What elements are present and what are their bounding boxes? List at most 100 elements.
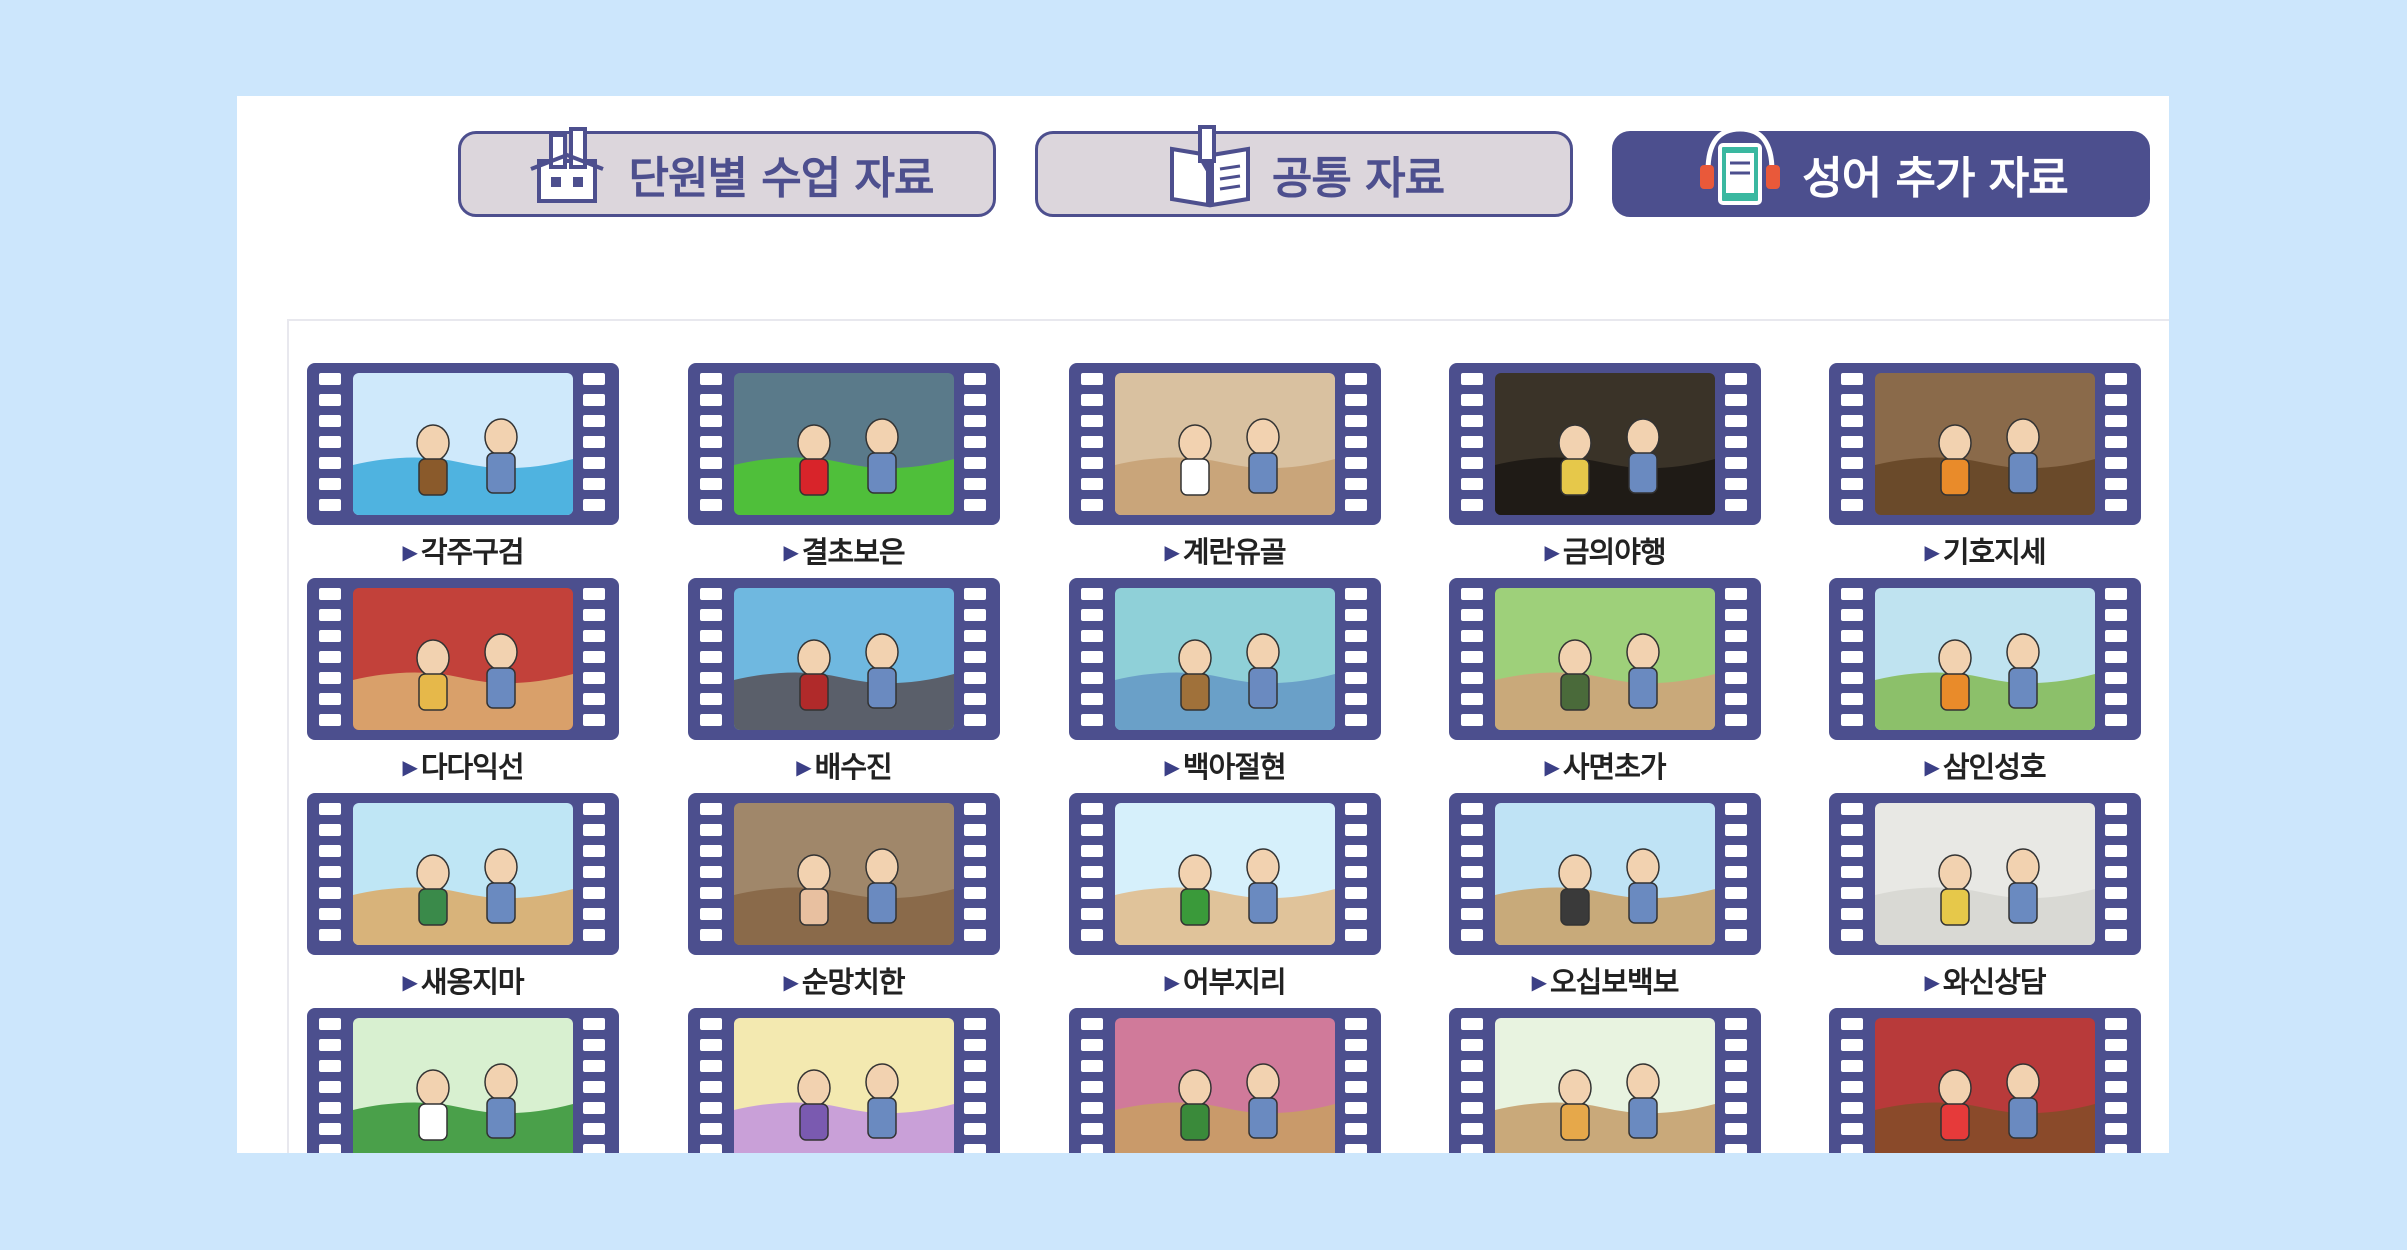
film-perforations (1081, 1018, 1105, 1153)
idiom-card[interactable]: ▶ 각주구검 (307, 363, 619, 579)
idiom-thumbnail (1495, 1018, 1715, 1153)
play-arrow-icon: ▶ (402, 540, 417, 564)
film-strip (1829, 1008, 2141, 1153)
film-perforations (583, 588, 607, 730)
tab-idiom-extra-materials[interactable]: 성어 추가 자료 (1612, 126, 2150, 217)
film-strip (307, 363, 619, 525)
idiom-label: 다다익선 (420, 750, 525, 784)
film-perforations (700, 803, 724, 945)
book-pen-icon (1169, 125, 1250, 208)
idiom-card[interactable]: ▶ 삼인성호 (1829, 578, 2141, 794)
idiom-card[interactable] (1069, 1008, 1381, 1153)
idiom-label: 배수진 (814, 750, 893, 784)
film-strip (1449, 1008, 1761, 1153)
film-perforations (1345, 373, 1369, 515)
idiom-caption[interactable]: ▶ 배수진 (688, 744, 1000, 786)
idiom-card[interactable]: ▶ 금의야행 (1449, 363, 1761, 579)
idiom-card[interactable]: ▶ 다다익선 (307, 578, 619, 794)
idiom-caption[interactable]: ▶ 각주구검 (307, 529, 619, 571)
idiom-card[interactable]: ▶ 기호지세 (1829, 363, 2141, 579)
idiom-caption[interactable]: ▶ 금의야행 (1449, 529, 1761, 571)
idiom-label: 사면초가 (1562, 750, 1667, 784)
film-perforations (1461, 803, 1485, 945)
idiom-card[interactable]: ▶ 백아절현 (1069, 578, 1381, 794)
idiom-card[interactable] (1449, 1008, 1761, 1153)
idiom-card[interactable]: ▶ 계란유골 (1069, 363, 1381, 579)
idiom-card[interactable]: ▶ 새옹지마 (307, 793, 619, 1009)
tab-label: 공통 자료 (1271, 153, 1445, 204)
idiom-card[interactable] (1829, 1008, 2141, 1153)
film-strip (1069, 578, 1381, 740)
film-perforations (1841, 588, 1865, 730)
idiom-card[interactable] (688, 1008, 1000, 1153)
film-perforations (1725, 588, 1749, 730)
idiom-caption[interactable]: ▶ 새옹지마 (307, 959, 619, 1001)
idiom-thumbnail (1115, 803, 1335, 945)
film-perforations (700, 1018, 724, 1153)
film-strip (1829, 578, 2141, 740)
idiom-card[interactable]: ▶ 오십보백보 (1449, 793, 1761, 1009)
film-perforations (1841, 1018, 1865, 1153)
play-arrow-icon: ▶ (783, 540, 798, 564)
tab-unit-materials[interactable]: 단원별 수업 자료 (458, 127, 996, 217)
idiom-caption[interactable]: ▶ 백아절현 (1069, 744, 1381, 786)
film-strip (1449, 793, 1761, 955)
film-strip (1449, 363, 1761, 525)
tab-common-materials[interactable]: 공통 자료 (1035, 125, 1573, 217)
idiom-card[interactable]: ▶ 와신상담 (1829, 793, 2141, 1009)
idiom-card[interactable]: ▶ 사면초가 (1449, 578, 1761, 794)
film-perforations (1345, 803, 1369, 945)
film-strip (307, 578, 619, 740)
tab-label: 성어 추가 자료 (1802, 153, 2069, 204)
idiom-thumbnail (1875, 588, 2095, 730)
play-arrow-icon: ▶ (1924, 755, 1939, 779)
idiom-caption[interactable]: ▶ 계란유골 (1069, 529, 1381, 571)
film-perforations (1725, 373, 1749, 515)
idiom-thumbnail (1495, 803, 1715, 945)
film-perforations (583, 373, 607, 515)
film-perforations (1081, 373, 1105, 515)
idiom-caption[interactable]: ▶ 와신상담 (1829, 959, 2141, 1001)
play-arrow-icon: ▶ (1164, 540, 1179, 564)
play-arrow-icon: ▶ (1531, 970, 1547, 994)
film-perforations (700, 588, 724, 730)
film-perforations (319, 1018, 343, 1153)
play-arrow-icon: ▶ (1924, 540, 1939, 564)
idiom-caption[interactable]: ▶ 어부지리 (1069, 959, 1381, 1001)
idiom-card[interactable]: ▶ 배수진 (688, 578, 1000, 794)
film-perforations (2105, 1018, 2129, 1153)
film-perforations (964, 1018, 988, 1153)
idiom-card[interactable]: ▶ 순망치한 (688, 793, 1000, 1009)
idiom-caption[interactable]: ▶ 다다익선 (307, 744, 619, 786)
idiom-label: 순망치한 (801, 965, 906, 999)
film-perforations (964, 803, 988, 945)
idiom-thumbnail (1495, 588, 1715, 730)
idiom-thumbnail (734, 588, 954, 730)
film-strip (688, 1008, 1000, 1153)
idiom-thumbnail (734, 1018, 954, 1153)
film-strip (688, 578, 1000, 740)
audiobook-headphone-icon (1700, 126, 1781, 205)
idiom-label: 오십보백보 (1549, 965, 1679, 999)
play-arrow-icon: ▶ (1544, 540, 1559, 564)
idiom-card[interactable]: ▶ 어부지리 (1069, 793, 1381, 1009)
idiom-caption[interactable]: ▶ 사면초가 (1449, 744, 1761, 786)
idiom-gallery: ▶ 각주구검 ▶ 결초보은 ▶ 계란유골 ▶ 금의야행 ▶ 기호지세 ▶ 다다익선 ▶ 배수진 ▶ 백아절현 ▶… (287, 319, 2169, 1153)
idiom-caption[interactable]: ▶ 순망치한 (688, 959, 1000, 1001)
film-perforations (2105, 373, 2129, 515)
film-perforations (700, 373, 724, 515)
idiom-thumbnail (1875, 1018, 2095, 1153)
film-perforations (2105, 588, 2129, 730)
film-perforations (1841, 373, 1865, 515)
idiom-caption[interactable]: ▶ 오십보백보 (1449, 959, 1761, 1001)
idiom-thumbnail (1115, 588, 1335, 730)
idiom-label: 결초보은 (801, 535, 906, 569)
idiom-card[interactable]: ▶ 결초보은 (688, 363, 1000, 579)
idiom-caption[interactable]: ▶ 결초보은 (688, 529, 1000, 571)
idiom-caption[interactable]: ▶ 기호지세 (1829, 529, 2141, 571)
film-perforations (964, 373, 988, 515)
film-perforations (1725, 803, 1749, 945)
idiom-caption[interactable]: ▶ 삼인성호 (1829, 744, 2141, 786)
idiom-card[interactable] (307, 1008, 619, 1153)
idiom-label: 기호지세 (1942, 535, 2047, 569)
